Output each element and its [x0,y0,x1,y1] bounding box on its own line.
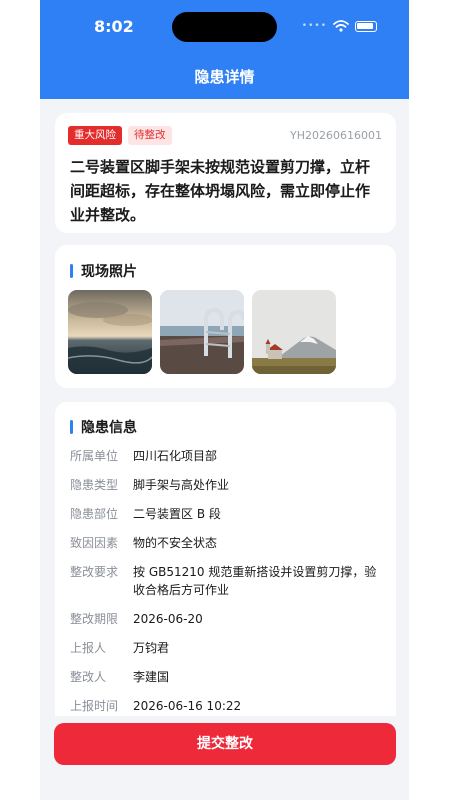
info-label: 上报时间 [70,699,119,713]
submit-rectification-button[interactable]: 提交整改 [54,723,396,765]
wifi-icon [333,20,349,32]
battery-icon [355,20,377,32]
signal-dots-icon: •••• [301,21,327,31]
info-label: 隐患部位 [70,507,119,521]
section-title-text: 现场照片 [81,264,137,280]
pool-ladder-photo[interactable] [160,290,244,374]
site-photos-card: 现场照片 [55,245,396,388]
page-title: 隐患详情 [194,68,255,86]
info-value: 四川石化项目部 [133,449,218,463]
section-accent-bar [70,264,73,278]
header-bar: 8:02 •••• 隐患详情 [40,0,409,99]
info-row-rectifier: 整改人 李建国 [70,668,384,686]
info-row-cause: 致因因素 物的不安全状态 [70,534,384,552]
photo-list [68,290,336,374]
section-accent-bar [70,420,73,434]
info-label: 致因因素 [70,536,119,550]
info-label: 隐患类型 [70,478,119,492]
info-value: 2026-06-16 10:22 [133,699,242,713]
info-value: 万钧君 [133,641,170,655]
info-label: 所属单位 [70,449,119,463]
info-row-type: 隐患类型 脚手架与高处作业 [70,476,384,494]
hazard-summary-card: 重大风险 待整改 YH20260616001 二号装置区脚手架未按规范设置剪刀撑… [55,113,396,233]
mountain-church-photo[interactable] [252,290,336,374]
section-title-photos: 现场照片 [70,261,137,281]
status-icons: •••• [302,20,377,32]
info-row-unit: 所属单位 四川石化项目部 [70,447,384,465]
info-value: 物的不安全状态 [133,536,218,550]
info-label: 整改期限 [70,612,119,626]
info-row-deadline: 整改期限 2026-06-20 [70,610,384,628]
info-label: 整改人 [70,670,107,684]
info-row-location: 隐患部位 二号装置区 B 段 [70,505,384,523]
info-row-requirement: 整改要求 按 GB51210 规范重新搭设并设置剪刀撑，验收合格后方可作业 [70,563,384,599]
status-time: 8:02 [94,17,134,36]
info-row-report-time: 上报时间 2026-06-16 10:22 [70,697,384,715]
hazard-id: YH20260616001 [290,129,382,142]
hazard-info-card: 隐患信息 所属单位 四川石化项目部 隐患类型 脚手架与高处作业 隐患部位 二号装… [55,402,396,732]
risk-level-badge: 重大风险 [68,126,122,145]
dynamic-island [172,12,277,42]
section-title-info: 隐患信息 [70,417,137,437]
info-label: 上报人 [70,641,107,655]
hazard-description: 二号装置区脚手架未按规范设置剪刀撑，立杆间距超标，存在整体坍塌风险，需立即停止作… [70,158,371,224]
seascape-photo[interactable] [68,290,152,374]
info-list: 所属单位 四川石化项目部 隐患类型 脚手架与高处作业 隐患部位 二号装置区 B … [70,447,384,726]
info-label: 整改要求 [70,565,119,579]
status-badge: 待整改 [128,126,172,145]
app-screen: 8:02 •••• 隐患详情 重大风险 待整改 YH20260616001 二号… [40,0,409,800]
info-value: 李建国 [133,670,170,684]
info-value: 二号装置区 B 段 [133,507,221,521]
info-value: 脚手架与高处作业 [133,478,230,492]
section-title-text: 隐患信息 [81,420,137,436]
info-value: 按 GB51210 规范重新搭设并设置剪刀撑，验收合格后方可作业 [133,565,377,597]
info-row-reporter: 上报人 万钧君 [70,639,384,657]
info-value: 2026-06-20 [133,612,203,626]
